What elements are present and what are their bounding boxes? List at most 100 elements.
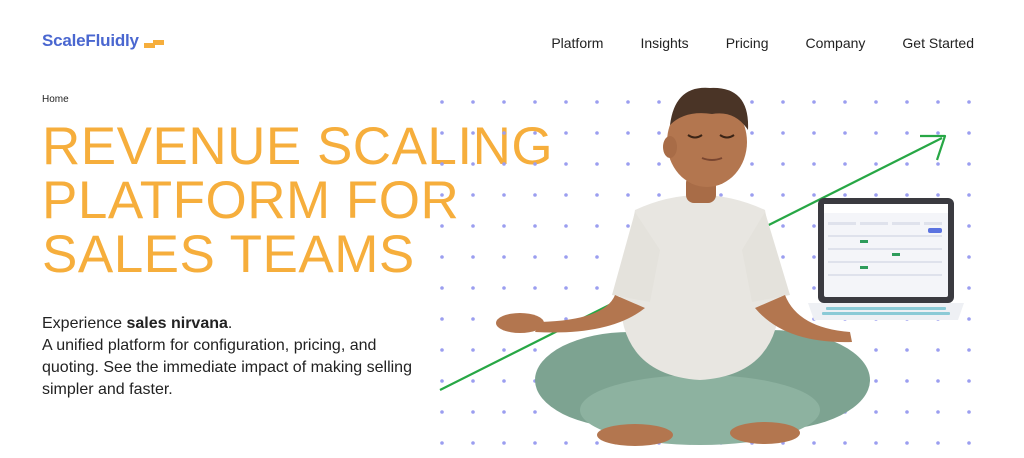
grid-dot [564,224,568,228]
grid-dot [502,162,506,166]
grid-dot [967,100,971,104]
grid-dot [533,255,537,259]
grid-dot [812,255,816,259]
grid-dot [564,255,568,259]
grid-dot [905,193,909,197]
breadcrumb-home[interactable]: Home [42,94,69,105]
grid-dot [595,100,599,104]
grid-dot [533,286,537,290]
nav-platform[interactable]: Platform [551,35,603,51]
grid-dot [967,131,971,135]
nav-pricing[interactable]: Pricing [726,35,769,51]
grid-dot [905,441,909,445]
grid-dot [657,193,661,197]
grid-dot [440,317,444,321]
grid-dot [781,224,785,228]
grid-dot [533,441,537,445]
grid-dot [781,255,785,259]
meditating-person-with-laptop-icon [439,87,971,446]
logo[interactable]: ScaleFluidly [42,31,164,51]
grid-dot [564,131,568,135]
lead-body: A unified platform for configuration, pr… [42,337,412,398]
grid-dot [471,286,475,290]
nav-company[interactable]: Company [805,35,865,51]
main-nav: Platform Insights Pricing Company Get St… [514,35,974,51]
grid-dot [471,224,475,228]
grid-dot [502,286,506,290]
grid-dot [471,441,475,445]
grid-dot [812,441,816,445]
grid-dot [905,410,909,414]
grid-dot [843,441,847,445]
grid-dot [502,131,506,135]
grid-dot [471,348,475,352]
grid-dot [533,162,537,166]
grid-dot [781,131,785,135]
grid-dot [905,100,909,104]
site-header: ScaleFluidly Platform Insights Pricing C… [0,0,1024,80]
grid-dot [502,255,506,259]
grid-dot [564,286,568,290]
grid-dot [440,224,444,228]
grid-dot [471,193,475,197]
grid-dot [595,162,599,166]
grid-dot [564,193,568,197]
grid-dot [533,100,537,104]
grid-dot [595,441,599,445]
grid-dot [812,224,816,228]
grid-dot [750,193,754,197]
grid-dot [564,162,568,166]
grid-dot [502,224,506,228]
grid-dot [874,131,878,135]
nav-insights[interactable]: Insights [640,35,688,51]
grid-dot [595,131,599,135]
grid-dot [812,162,816,166]
grid-dot [564,100,568,104]
grid-dot [502,193,506,197]
grid-dot [626,224,630,228]
grid-dot [626,193,630,197]
lead-prefix: Experience [42,315,127,332]
grid-dot [967,348,971,352]
hero-lead: Experience sales nirvana. A unified plat… [42,313,422,401]
grid-dot [440,379,444,383]
grid-dot [502,410,506,414]
grid-dot [440,441,444,445]
grid-dot [533,131,537,135]
grid-dot [843,162,847,166]
grid-dot [874,410,878,414]
grid-dot [843,193,847,197]
grid-dot [967,162,971,166]
grid-dot [657,162,661,166]
lead-suffix: . [227,315,233,332]
grid-dot [874,193,878,197]
grid-dot [471,255,475,259]
grid-dot [750,162,754,166]
hero-illustration [430,80,1024,458]
grid-dot [967,224,971,228]
grid-dot [595,286,599,290]
nav-get-started[interactable]: Get Started [902,35,974,51]
grid-dot [967,193,971,197]
grid-dot [967,317,971,321]
grid-dot [533,410,537,414]
grid-dot [905,162,909,166]
grid-dot [595,224,599,228]
grid-dot [471,410,475,414]
grid-dot [967,286,971,290]
grid-dot [502,441,506,445]
grid-dot [440,193,444,197]
grid-dot [471,162,475,166]
grid-dot [781,162,785,166]
grid-dot [440,348,444,352]
grid-dot [626,131,630,135]
grid-dot [967,255,971,259]
grid-dot [471,131,475,135]
grid-dot [874,441,878,445]
grid-dot [781,193,785,197]
grid-dot [936,441,940,445]
grid-dot [750,131,754,135]
grid-dot [595,255,599,259]
logo-mark-icon [143,35,164,48]
grid-dot [502,348,506,352]
